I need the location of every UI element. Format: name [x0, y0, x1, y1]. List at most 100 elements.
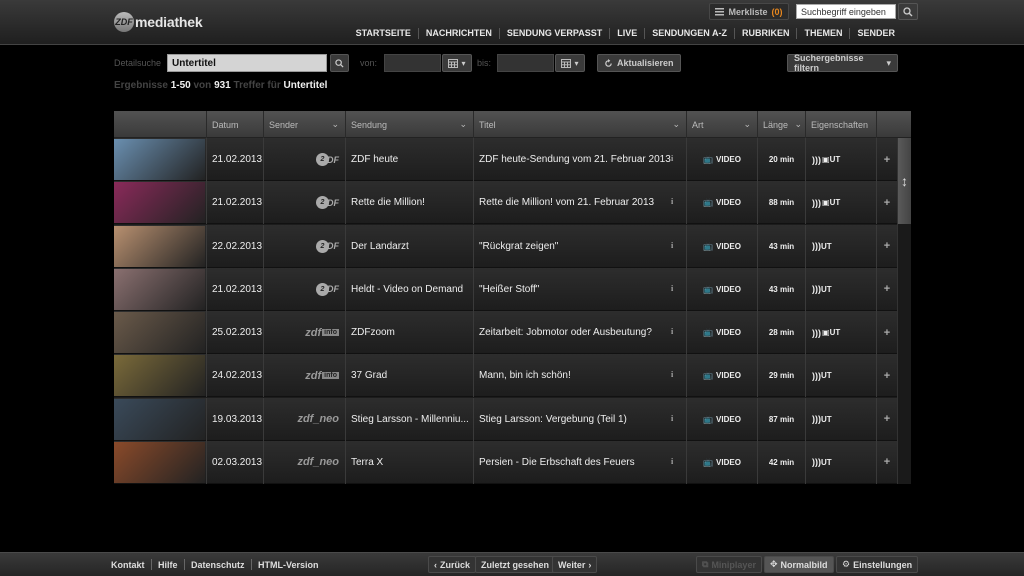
cell-sendung[interactable]: 37 Grad	[345, 354, 473, 398]
nav-sendungen-a-z[interactable]: SENDUNGEN A-Z	[644, 28, 734, 39]
filter-results-button[interactable]: Suchergebnisse filtern ▾	[787, 53, 898, 73]
cell-sendung[interactable]: ZDF heute	[345, 138, 473, 181]
tv-icon: 📺	[703, 241, 714, 251]
info-icon[interactable]: i	[671, 154, 679, 164]
to-calendar-button[interactable]: ▾	[555, 54, 585, 72]
add-to-merkliste-button[interactable]: +	[876, 440, 897, 484]
cell-titel[interactable]: "Rückgrat zeigen" i	[473, 224, 686, 268]
cell-date: 22.02.2013	[206, 224, 263, 268]
nav-themen[interactable]: THEMEN	[796, 28, 849, 39]
add-to-merkliste-button[interactable]: +	[876, 224, 897, 268]
table-row[interactable]: 24.02.2013 zdf info 37 Grad Mann, bin ich sc…	[114, 354, 897, 398]
footer-link-hilfe[interactable]: Hilfe	[158, 560, 178, 570]
back-button[interactable]: ‹ Zurück	[428, 556, 477, 573]
add-to-merkliste-button[interactable]: +	[876, 267, 897, 311]
cell-titel[interactable]: Stieg Larsson: Vergebung (Teil 1) i	[473, 397, 686, 441]
scrollbar-thumb[interactable]: ↕	[898, 138, 911, 224]
cell-sendung[interactable]: Terra X	[345, 440, 473, 484]
cell-titel[interactable]: Zeitarbeit: Jobmotor oder Ausbeutung? i	[473, 311, 686, 354]
to-date-input[interactable]	[497, 54, 554, 72]
footer-bar: Kontakt Hilfe Datenschutz HTML-Version ‹…	[0, 552, 1024, 576]
detail-search-input[interactable]: Untertitel	[167, 54, 327, 72]
add-to-merkliste-button[interactable]: +	[876, 181, 897, 225]
info-icon[interactable]: i	[671, 241, 679, 251]
zdf-logo-mark: ZDF	[114, 12, 134, 32]
column-sendung[interactable]: Sendung ⌄	[345, 111, 473, 138]
next-button[interactable]: Weiter ›	[552, 556, 598, 573]
nav-nachrichten[interactable]: NACHRICHTEN	[417, 28, 499, 39]
cell-sendung[interactable]: Rette die Million!	[345, 181, 473, 225]
zdfneo-sender-logo: zdf_neo	[297, 456, 339, 469]
cell-date: 19.03.2013	[206, 397, 263, 441]
cell-sendung[interactable]: ZDFzoom	[345, 311, 473, 354]
video-thumbnail[interactable]	[114, 355, 205, 397]
cell-sendung[interactable]: Der Landarzt	[345, 224, 473, 268]
info-icon[interactable]: i	[671, 197, 679, 207]
video-thumbnail[interactable]	[114, 139, 205, 180]
video-thumbnail[interactable]	[114, 225, 205, 267]
info-icon[interactable]: i	[671, 327, 679, 337]
detail-search-bar: Detailsuche Untertitel von: ▾ bis: ▾ Akt…	[0, 53, 1024, 73]
add-to-merkliste-button[interactable]: +	[876, 354, 897, 398]
miniplayer-button[interactable]: ⧉ Miniplayer	[696, 556, 762, 573]
video-thumbnail[interactable]	[114, 182, 205, 224]
video-thumbnail[interactable]	[114, 312, 205, 353]
add-to-merkliste-button[interactable]: +	[876, 138, 897, 181]
nav-sendung-verpasst[interactable]: SENDUNG VERPASST	[498, 28, 609, 39]
info-icon[interactable]: i	[671, 370, 679, 380]
video-thumbnail[interactable]	[114, 398, 205, 440]
cell-sendung[interactable]: Stieg Larsson - Millenniu...	[345, 397, 473, 441]
cell-titel[interactable]: ZDF heute-Sendung vom 21. Februar 2013 i	[473, 138, 686, 181]
column-datum[interactable]: Datum	[206, 111, 263, 138]
info-icon[interactable]: i	[671, 457, 679, 467]
column-laenge[interactable]: Länge ⌄	[757, 111, 805, 138]
add-to-merkliste-button[interactable]: +	[876, 311, 897, 354]
nav-sender[interactable]: SENDER	[849, 28, 902, 39]
recently-viewed-button[interactable]: Zuletzt gesehen	[475, 556, 556, 573]
refresh-icon	[605, 58, 612, 67]
info-icon[interactable]: i	[671, 284, 679, 294]
table-row[interactable]: 21.02.2013 2 DF ZDF heute ZDF heute-Sendung …	[114, 138, 897, 181]
from-label: von:	[360, 58, 378, 68]
nav-live[interactable]: LIVE	[609, 28, 644, 39]
add-to-merkliste-button[interactable]: +	[876, 397, 897, 441]
search-button[interactable]	[898, 3, 918, 20]
search-input[interactable]	[796, 4, 896, 19]
table-row[interactable]: 22.02.2013 2 DF Der Landarzt "Rückgrat zeige…	[114, 224, 897, 268]
cell-titel[interactable]: Mann, bin ich schön! i	[473, 354, 686, 398]
footer-link-kontakt[interactable]: Kontakt	[111, 560, 145, 570]
video-thumbnail[interactable]	[114, 268, 205, 310]
video-thumbnail[interactable]	[114, 441, 205, 483]
nav-rubriken[interactable]: RUBRIKEN	[733, 28, 797, 39]
settings-button[interactable]: ⚙ Einstellungen	[836, 556, 919, 573]
table-row[interactable]: 19.03.2013 zdf_neo Stieg Larsson - Millenn…	[114, 397, 897, 441]
table-row[interactable]: 21.02.2013 2 DF Heldt - Video on Demand "Hei…	[114, 267, 897, 311]
from-calendar-button[interactable]: ▾	[442, 54, 472, 72]
merkliste-label: Merkliste	[728, 6, 768, 17]
cell-titel[interactable]: "Heißer Stoff" i	[473, 267, 686, 311]
nav-startseite[interactable]: STARTSEITE	[349, 28, 418, 39]
column-eigenschaften[interactable]: Eigenschaften	[805, 111, 876, 138]
column-sender[interactable]: Sender ⌄	[263, 111, 345, 138]
zdf-sender-logo: 2 DF	[316, 282, 339, 296]
merkliste-button[interactable]: Merkliste (0)	[709, 3, 789, 20]
column-titel[interactable]: Titel ⌄	[473, 111, 686, 138]
table-row[interactable]: 21.02.2013 2 DF Rette die Million! Rette die…	[114, 181, 897, 225]
cell-sendung[interactable]: Heldt - Video on Demand	[345, 267, 473, 311]
cell-titel[interactable]: Rette die Million! vom 21. Februar 2013 i	[473, 181, 686, 225]
table-scrollbar[interactable]: ↕	[897, 138, 911, 484]
normalbild-button[interactable]: ✥ Normalbild	[764, 556, 834, 573]
refresh-button[interactable]: Aktualisieren	[597, 54, 681, 72]
table-row[interactable]: 02.03.2013 zdf_neo Terra X Persien - Die Er…	[114, 440, 897, 484]
from-date-input[interactable]	[384, 54, 441, 72]
cell-art: 📺 VIDEO	[686, 440, 757, 484]
column-art[interactable]: Art ⌄	[686, 111, 757, 138]
info-icon[interactable]: i	[671, 414, 679, 424]
footer-link-datenschutz[interactable]: Datenschutz	[191, 560, 245, 570]
zdf-mediathek-logo[interactable]: ZDF mediathek	[114, 11, 203, 33]
table-row[interactable]: 25.02.2013 zdf info ZDFzoom Zeitarbeit: Jobm…	[114, 311, 897, 354]
detail-search-button[interactable]	[330, 54, 349, 72]
hd-icon: ▣	[822, 155, 830, 164]
footer-link-html-version[interactable]: HTML-Version	[258, 560, 319, 570]
cell-titel[interactable]: Persien - Die Erbschaft des Feuers i	[473, 440, 686, 484]
